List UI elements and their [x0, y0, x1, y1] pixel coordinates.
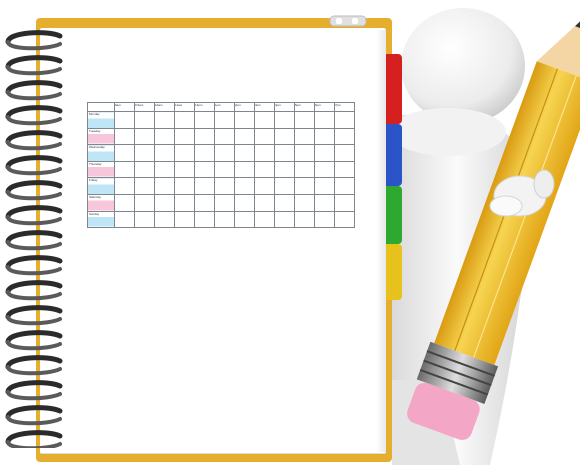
- pencil-icon: [407, 13, 580, 440]
- illustration-scene: 9am 9.5am 10am 11am 12pm 1pm 2pm 3pm 4pm 5pm 6pm 7p…: [0, 0, 580, 465]
